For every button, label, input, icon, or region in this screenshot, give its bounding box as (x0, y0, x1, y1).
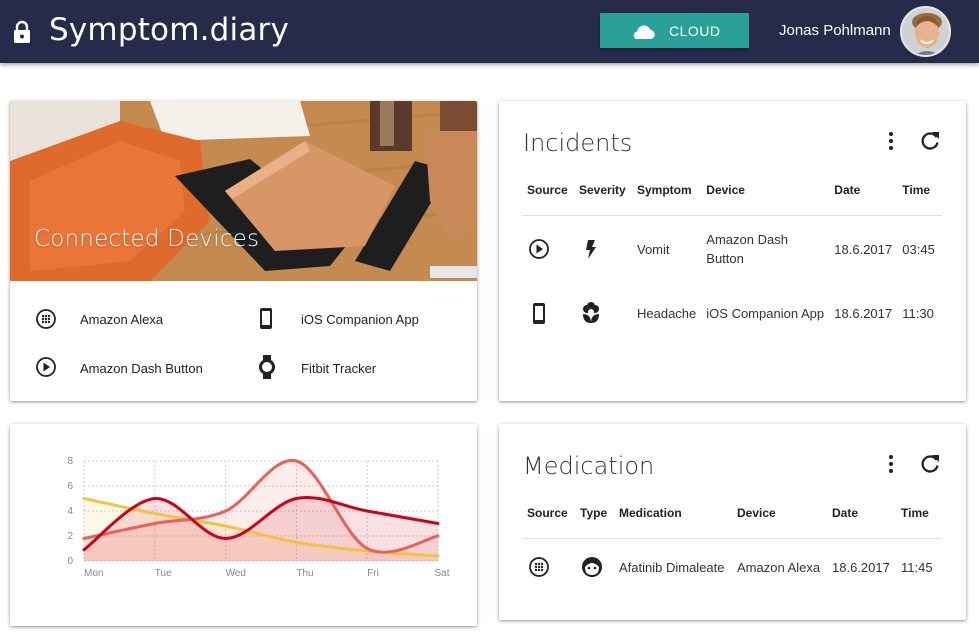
column-header[interactable]: Date (829, 165, 898, 216)
column-header[interactable]: Time (896, 488, 942, 539)
x-tick-label: Sat (434, 568, 449, 579)
device-cell: iOS Companion App (706, 305, 825, 321)
incidents-table: Source Severity Symptom Device Date Time (522, 165, 942, 343)
avatar[interactable] (900, 6, 951, 57)
medication-card: Medication Source Type Medication Device… (499, 424, 966, 620)
time-cell: 11:45 (901, 559, 933, 575)
y-tick-label: 2 (67, 531, 73, 542)
x-tick-label: Mon (84, 568, 103, 579)
type-cell (575, 538, 614, 596)
column-header[interactable]: Device (701, 165, 830, 216)
alexa-dots-icon (36, 309, 56, 329)
face-icon (582, 557, 602, 578)
alexa-dots-icon (529, 557, 549, 578)
column-header[interactable]: Time (897, 165, 942, 216)
avatar-image (902, 8, 949, 55)
desk-photo (10, 101, 477, 281)
devices-hero-image: Connected Devices (10, 101, 477, 281)
refresh-icon[interactable] (918, 129, 942, 153)
time-cell: 11:30 (902, 305, 934, 321)
medication-cell: Afatinib Dimaleate (619, 559, 725, 575)
y-tick-label: 0 (67, 556, 73, 567)
source-cell (522, 283, 574, 343)
table-header-row: Source Severity Symptom Device Date Time (522, 165, 942, 216)
medication-title: Medication (523, 452, 655, 480)
connected-devices-card: Connected Devices Amazon Alexa iOS Compa… (10, 101, 477, 401)
column-header[interactable]: Source (522, 488, 575, 539)
severity-cell (574, 215, 632, 283)
y-tick-label: 4 (67, 506, 73, 517)
play-circle-icon (529, 239, 549, 260)
column-header[interactable]: Device (732, 488, 827, 539)
device-cell: Amazon Alexa (737, 559, 821, 575)
date-cell: 18.6.2017 (832, 559, 890, 575)
x-tick-label: Tue (155, 568, 172, 579)
date-cell: 18.6.2017 (834, 241, 893, 257)
device-label: Amazon Alexa (80, 312, 164, 327)
device-ios-companion-app[interactable]: iOS Companion App (255, 306, 455, 336)
time-cell: 03:45 (902, 241, 935, 257)
refresh-icon[interactable] (918, 452, 942, 476)
lightning-icon (586, 240, 596, 260)
device-amazon-alexa[interactable]: Amazon Alexa (34, 306, 214, 336)
symptom-chart-card: 0 2 4 6 8 Mon Tue Wed Thu Fri Sat (10, 424, 477, 626)
devices-title: Connected Devices (34, 226, 260, 252)
source-cell (522, 538, 575, 596)
x-tick-label: Thu (296, 568, 313, 579)
device-label: Amazon Dash Button (80, 361, 203, 376)
device-label: Fitbit Tracker (301, 361, 377, 376)
x-tick-label: Fri (367, 568, 379, 579)
date-cell: 18.6.2017 (834, 305, 893, 321)
column-header[interactable]: Source (522, 165, 574, 216)
phone-icon (260, 308, 272, 329)
device-cell: Amazon Dash Button (706, 232, 788, 267)
flower-icon (583, 302, 599, 323)
column-header[interactable]: Medication (614, 488, 732, 539)
device-fitbit-tracker[interactable]: Fitbit Tracker (255, 355, 435, 385)
column-header[interactable]: Date (827, 488, 896, 539)
lock-icon (14, 20, 30, 43)
column-header[interactable]: Severity (574, 165, 632, 216)
y-tick-label: 6 (67, 481, 73, 492)
cloud-button-label: CLOUD (669, 23, 721, 39)
play-circle-icon (36, 357, 56, 377)
source-cell (522, 215, 574, 283)
severity-cell (574, 283, 632, 343)
user-name[interactable]: Jonas Pohlmann (779, 22, 891, 39)
watch-icon (259, 355, 275, 379)
column-header[interactable]: Type (575, 488, 614, 539)
device-label: iOS Companion App (301, 312, 419, 327)
table-header-row: Source Type Medication Device Date Time (522, 488, 942, 539)
incidents-title: Incidents (523, 129, 633, 157)
app-title: Symptom.diary (49, 12, 290, 48)
table-row[interactable]: Headache iOS Companion App 18.6.2017 11:… (522, 283, 942, 343)
more-vert-icon[interactable] (879, 452, 903, 476)
area-chart: 0 2 4 6 8 Mon Tue Wed Thu Fri Sat (67, 456, 449, 579)
table-row[interactable]: Vomit Amazon Dash Button 18.6.2017 03:45 (522, 215, 942, 283)
symptom-cell: Headache (637, 305, 697, 321)
medication-table: Source Type Medication Device Date Time (522, 488, 942, 596)
app-bar: Symptom.diary CLOUD Jonas Pohlmann (0, 0, 979, 63)
phone-icon (533, 303, 545, 324)
cloud-button[interactable]: CLOUD (600, 13, 749, 48)
incidents-card: Incidents Source Severity Symptom Device… (499, 101, 966, 401)
y-tick-label: 8 (67, 456, 73, 467)
device-amazon-dash-button[interactable]: Amazon Dash Button (34, 355, 234, 385)
table-row[interactable]: Afatinib Dimaleate Amazon Alexa 18.6.201… (522, 538, 942, 596)
x-tick-label: Wed (226, 568, 246, 579)
cloud-icon (633, 25, 655, 40)
more-vert-icon[interactable] (879, 129, 903, 153)
column-header[interactable]: Symptom (632, 165, 702, 216)
symptom-cell: Vomit (637, 241, 670, 257)
